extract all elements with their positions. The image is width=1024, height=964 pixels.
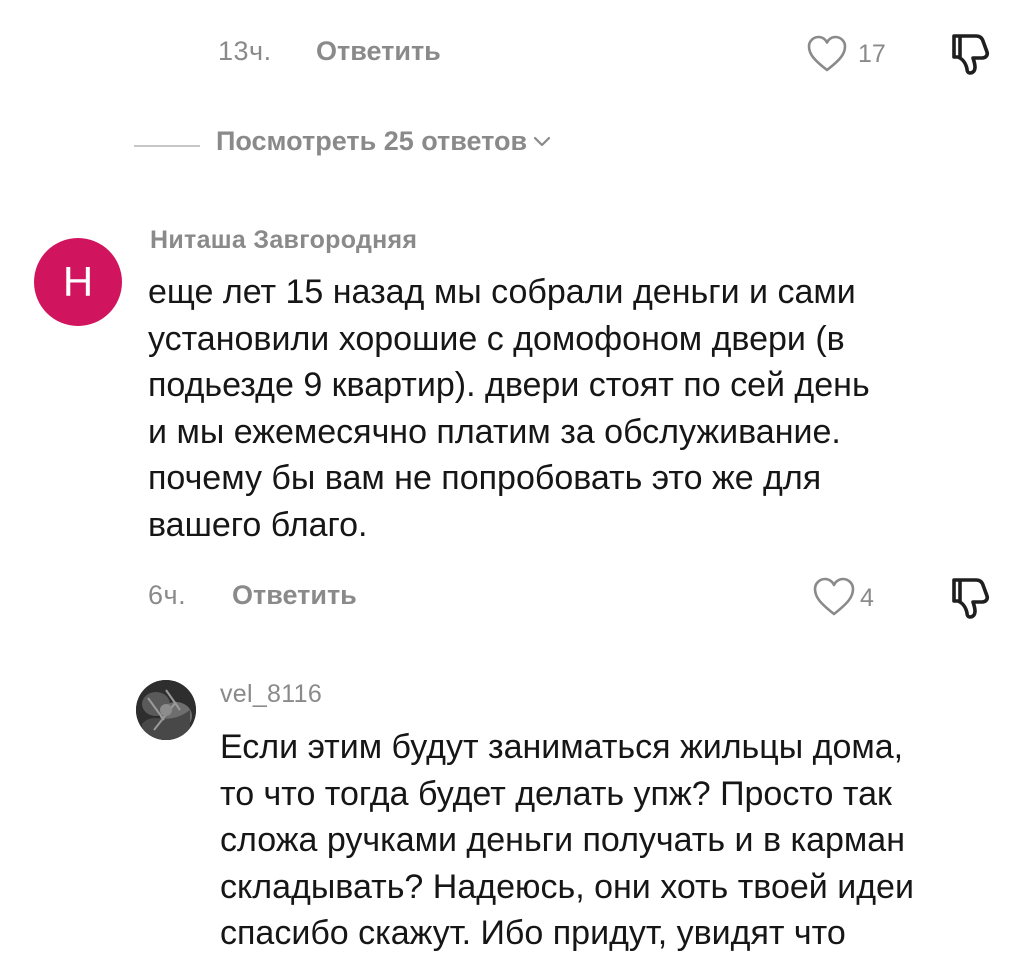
reply-button[interactable]: Ответить — [316, 36, 441, 67]
comment-line: сложа ручками деньги получать и в карман — [220, 821, 905, 859]
dislike-icon[interactable] — [946, 30, 994, 76]
previous-comment-text-remnant — [320, 0, 940, 2]
comment-author[interactable]: vel_8116 — [220, 680, 322, 709]
comment-line: то что тогда будет делать упж? Просто та… — [220, 774, 892, 813]
avatar[interactable]: Н — [34, 238, 122, 326]
like-count: 17 — [858, 40, 886, 68]
heart-outline-icon[interactable] — [806, 34, 848, 74]
avatar[interactable] — [136, 680, 196, 740]
chevron-down-icon — [533, 124, 551, 155]
comment-line: и мы ежемесячно платим за обслуживание. — [148, 412, 841, 451]
heart-outline-icon[interactable] — [812, 576, 856, 618]
view-replies-label: Посмотреть 25 ответов — [216, 126, 528, 156]
like-count: 4 — [860, 584, 874, 612]
comment-body: Если этим будут заниматься жильцы дома, … — [220, 724, 914, 957]
comment-line: спасибо скажут. Ибо придут, увидят что — [220, 914, 846, 952]
comment-time: 6ч. — [148, 580, 187, 610]
dislike-icon[interactable] — [946, 574, 994, 620]
comment-line: складывать? Надеюсь, они хоть твоей идеи — [220, 867, 914, 906]
comment-line: установили хорошие с домофоном двери (в — [148, 319, 845, 358]
comment-line: еще лет 15 назад мы собрали деньги и сам… — [148, 273, 856, 311]
comment-line: вашего благо. — [148, 505, 368, 544]
replies-divider-line — [134, 145, 200, 147]
comment-time: 13ч. — [218, 36, 272, 66]
comment-line: подьезде 9 квартир). двери стоят по сей … — [148, 366, 870, 404]
comment-body: еще лет 15 назад мы собрали деньги и сам… — [148, 269, 870, 548]
reply-button[interactable]: Ответить — [232, 580, 357, 611]
comment-line: почему бы вам не попробовать это же для — [148, 459, 822, 497]
comment-line: Если этим будут заниматься жильцы дома, — [220, 728, 904, 766]
view-replies-button[interactable]: Посмотреть 25 ответов — [216, 126, 551, 158]
comment-author[interactable]: Ниташа Завгородняя — [150, 226, 417, 255]
